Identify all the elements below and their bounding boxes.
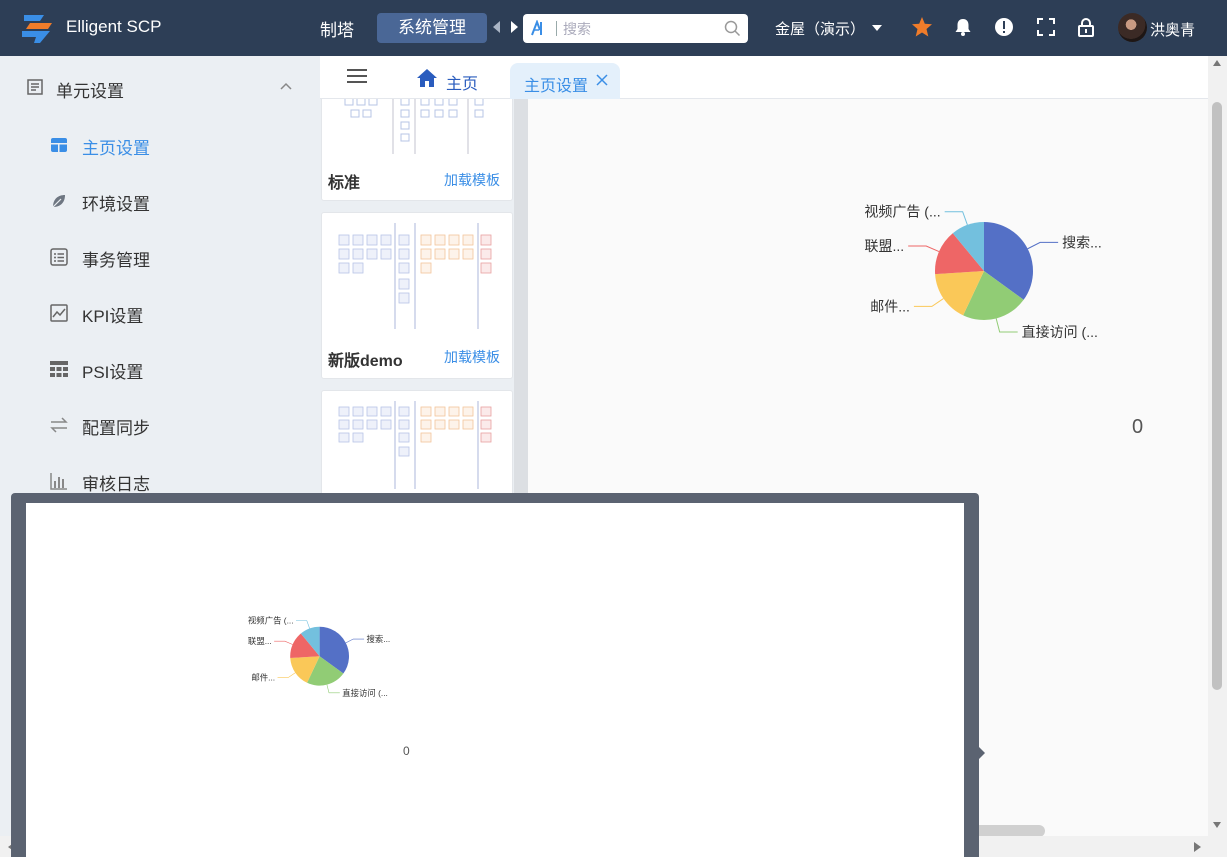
nav-item-system-management[interactable]: 系统管理 (377, 13, 487, 43)
search-box[interactable] (523, 14, 748, 43)
pie-label: 搜索... (1062, 234, 1102, 250)
preview-value: 0 (1132, 416, 1144, 438)
notification-bell-icon[interactable] (952, 16, 974, 38)
pie-label: 邮件... (870, 298, 910, 314)
trend-chart-icon (50, 304, 68, 322)
tab-homepage-settings[interactable]: 主页设置 (510, 63, 620, 99)
chevron-up-icon[interactable] (279, 81, 293, 91)
sidebar-group-label: 单元设置 (56, 82, 124, 101)
template-card[interactable] (321, 390, 513, 510)
close-icon[interactable] (596, 74, 608, 86)
search-input[interactable] (563, 19, 713, 38)
ai-search-icon[interactable] (530, 20, 548, 37)
lock-icon[interactable] (1075, 16, 1097, 38)
pie-label-line (908, 245, 940, 252)
sidebar-item-homepage-settings[interactable]: 主页设置 (0, 122, 320, 168)
vertical-scroll-thumb[interactable] (1212, 102, 1222, 690)
nav-scroll-right-icon[interactable] (511, 21, 518, 33)
menu-toggle-icon[interactable] (347, 68, 367, 84)
favorite-star-icon[interactable] (911, 16, 933, 38)
sidebar-item-label: 事务管理 (82, 251, 150, 270)
template-card[interactable]: 标准 加载模板 (321, 99, 513, 201)
sidebar-item-label: KPI设置 (82, 307, 144, 326)
sidebar-item-kpi-settings[interactable]: KPI设置 (0, 290, 320, 336)
template-card[interactable]: 新版demo 加载模板 (321, 212, 513, 379)
template-thumbnail (335, 401, 493, 489)
load-template-link[interactable]: 加载模板 (444, 170, 500, 190)
popup-pie-label: 视频广告 (... (248, 616, 294, 626)
sidebar-item-label: 审核日志 (82, 475, 150, 494)
list-icon (50, 248, 68, 266)
fullscreen-icon[interactable] (1035, 16, 1057, 38)
tab-home-label: 主页 (446, 76, 479, 93)
top-bar: Elligent SCP 制塔 系统管理 金屋（演示） (0, 0, 1227, 56)
popup-pie-chart: 搜索... 直接访问 (... 邮件... 联盟... 视频广告 (... (248, 616, 390, 698)
scroll-up-arrow-icon[interactable] (1213, 60, 1221, 66)
sidebar-item-environment-settings[interactable]: 环境设置 (0, 178, 320, 224)
sidebar-group-unit-settings[interactable]: 单元设置 (0, 56, 320, 118)
sidebar-item-label: PSI设置 (82, 363, 144, 382)
content-header: 主页 主页设置 (320, 56, 1208, 99)
popup-pie-label: 邮件... (251, 672, 275, 682)
pie-label: 联盟... (865, 238, 905, 254)
bar-chart-icon (50, 473, 67, 490)
popup-resize-handle-icon[interactable] (979, 747, 985, 759)
sidebar-item-psi-settings[interactable]: PSI设置 (0, 346, 320, 392)
load-template-link[interactable]: 加载模板 (444, 347, 500, 367)
app-title: Elligent SCP (66, 17, 162, 36)
popup-pie-label: 联盟... (248, 636, 272, 646)
scroll-down-arrow-icon[interactable] (1213, 822, 1221, 828)
home-layout-icon (51, 138, 67, 152)
popup-pie-label-line (274, 640, 293, 645)
user-name[interactable]: 洪奥青 (1150, 19, 1195, 40)
pie-label: 直接访问 (... (1022, 324, 1098, 340)
nav-item-prev[interactable]: 制塔 (320, 16, 354, 41)
template-thumbnail (335, 223, 493, 333)
sync-arrows-icon (50, 417, 68, 433)
nav-scroll-left-icon[interactable] (493, 21, 500, 33)
pie-label-line (995, 318, 1018, 333)
tab-current-label: 主页设置 (524, 78, 589, 95)
pie-label-line (1027, 241, 1059, 250)
popup-value: 0 (403, 744, 410, 758)
popup-pie-label: 搜索... (366, 634, 390, 644)
template-name: 新版demo (328, 353, 403, 370)
popup-pie-label-line (277, 672, 296, 678)
search-icon[interactable] (724, 20, 741, 37)
floating-preview-popup[interactable]: 搜索... 直接访问 (... 邮件... 联盟... 视频广告 (... 0 (11, 493, 979, 857)
popup-pie-label-line (345, 638, 365, 644)
pie-label-line (913, 298, 944, 307)
popup-pie-label-line (295, 620, 310, 629)
template-name: 标准 (328, 175, 361, 192)
popup-content: 搜索... 直接访问 (... 邮件... 联盟... 视频广告 (... 0 (26, 503, 964, 857)
grid-icon (50, 361, 68, 377)
popup-pie-label: 直接访问 (... (342, 688, 388, 698)
scroll-right-arrow-icon[interactable] (1194, 842, 1201, 852)
sidebar-item-label: 主页设置 (82, 139, 150, 158)
sidebar-item-label: 配置同步 (82, 419, 150, 438)
app-logo (22, 15, 52, 43)
search-separator (556, 21, 557, 36)
org-dropdown-caret-icon[interactable] (872, 25, 882, 31)
user-avatar[interactable] (1118, 13, 1147, 42)
org-selector[interactable]: 金屋（演示） (775, 18, 865, 39)
pie-chart: 搜索... 直接访问 (... 邮件... 联盟... 视频广告 (... (864, 204, 1102, 340)
sidebar-item-config-sync[interactable]: 配置同步 (0, 402, 320, 448)
page-vertical-scrollbar[interactable] (1208, 56, 1227, 836)
sidebar-item-transaction-management[interactable]: 事务管理 (0, 234, 320, 280)
template-thumbnail (335, 99, 493, 154)
leaf-icon (52, 195, 65, 208)
document-settings-icon (27, 79, 43, 95)
pie-label: 视频广告 (... (864, 204, 940, 220)
pie-label-line (944, 211, 968, 226)
home-icon (417, 69, 437, 87)
alert-info-icon[interactable] (993, 16, 1015, 38)
sidebar-item-label: 环境设置 (82, 195, 150, 214)
popup-pie-label-line (326, 684, 340, 694)
